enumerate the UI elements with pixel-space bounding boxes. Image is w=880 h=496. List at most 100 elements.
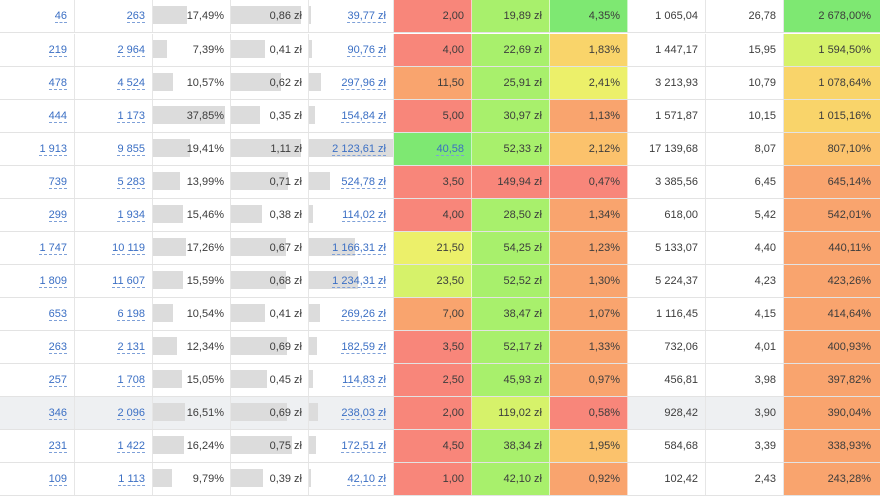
cell-col2[interactable]: 2 131	[75, 331, 153, 363]
cell-col5-link[interactable]: 1 234,31 zł	[332, 275, 386, 288]
cell-col2[interactable]: 1 422	[75, 430, 153, 462]
cell-col5-link[interactable]: 1 166,31 zł	[332, 242, 386, 255]
cell-col1[interactable]: 739	[0, 166, 75, 198]
cell-col5[interactable]: 1 166,31 zł	[309, 232, 394, 264]
cell-col2-link[interactable]: 5 283	[117, 176, 145, 189]
cell-col1-link[interactable]: 46	[54, 10, 67, 23]
cell-col1[interactable]: 219	[0, 34, 75, 66]
table-row[interactable]: 478 4 524 10,57% 0,62 zł 297,96 zł 11,50 25,91…	[0, 67, 880, 100]
cell-col5-link[interactable]: 2 123,61 zł	[332, 143, 386, 156]
cell-col5-link[interactable]: 39,77 zł	[347, 10, 386, 23]
cell-col1-link[interactable]: 1 747	[39, 242, 67, 255]
cell-col2[interactable]: 1 173	[75, 100, 153, 132]
table-row[interactable]: 257 1 708 15,05% 0,45 zł 114,83 zł 2,50 45,93 …	[0, 364, 880, 397]
cell-col2[interactable]: 1 113	[75, 463, 153, 495]
cell-col5[interactable]: 154,84 zł	[309, 100, 394, 132]
cell-col1-link[interactable]: 231	[48, 440, 67, 453]
cell-col5-link[interactable]: 297,96 zł	[341, 77, 386, 90]
cell-col5[interactable]: 39,77 zł	[309, 0, 394, 32]
cell-col2[interactable]: 5 283	[75, 166, 153, 198]
cell-col2-link[interactable]: 1 422	[117, 440, 145, 453]
cell-col2[interactable]: 6 198	[75, 298, 153, 330]
cell-col2-link[interactable]: 2 964	[117, 44, 145, 57]
cell-col1[interactable]: 653	[0, 298, 75, 330]
cell-col2-link[interactable]: 1 173	[117, 110, 145, 123]
cell-col2-link[interactable]: 263	[126, 10, 145, 23]
cell-col2-link[interactable]: 6 198	[117, 308, 145, 321]
cell-col2[interactable]: 1 934	[75, 199, 153, 231]
table-row[interactable]: 653 6 198 10,54% 0,41 zł 269,26 zł 7,00 38,47 …	[0, 298, 880, 331]
cell-col2-link[interactable]: 1 934	[117, 209, 145, 222]
cell-col1-link[interactable]: 444	[48, 110, 67, 123]
cell-col5-link[interactable]: 182,59 zł	[341, 341, 386, 354]
cell-col2[interactable]: 4 524	[75, 67, 153, 99]
cell-col2[interactable]: 2 096	[75, 397, 153, 429]
table-row[interactable]: 1 809 11 607 15,59% 0,68 zł 1 234,31 zł 23,50…	[0, 265, 880, 298]
cell-col5[interactable]: 238,03 zł	[309, 397, 394, 429]
cell-col5-link[interactable]: 114,02 zł	[342, 209, 386, 222]
cell-col5-link[interactable]: 524,78 zł	[341, 176, 386, 189]
table-row[interactable]: 263 2 131 12,34% 0,69 zł 182,59 zł 3,50 52,17 …	[0, 331, 880, 364]
cell-col1-link[interactable]: 346	[48, 407, 67, 420]
table-row[interactable]: 299 1 934 15,46% 0,38 zł 114,02 zł 4,00 28,50 …	[0, 199, 880, 232]
cell-col5-link[interactable]: 154,84 zł	[341, 110, 386, 123]
cell-col2-link[interactable]: 2 096	[117, 407, 145, 420]
table-row[interactable]: 46 263 17,49% 0,86 zł 39,77 zł 2,00 19,89 zł 4,…	[0, 0, 880, 33]
cell-col5-link[interactable]: 114,83 zł	[342, 374, 386, 387]
cell-col5[interactable]: 297,96 zł	[309, 67, 394, 99]
table-row[interactable]: 231 1 422 16,24% 0,75 zł 172,51 zł 4,50 38,34 …	[0, 430, 880, 463]
cell-col1-link[interactable]: 739	[48, 176, 67, 189]
cell-col5[interactable]: 114,02 zł	[309, 199, 394, 231]
cell-col1[interactable]: 1 747	[0, 232, 75, 264]
cell-col5-link[interactable]: 269,26 zł	[341, 308, 386, 321]
cell-col2[interactable]: 10 119	[75, 232, 153, 264]
cell-col6[interactable]: 40,58	[394, 133, 472, 165]
cell-col1-link[interactable]: 478	[48, 77, 67, 90]
table-row[interactable]: 346 2 096 16,51% 0,69 zł 238,03 zł 2,00 119,02…	[0, 397, 880, 430]
cell-col2-link[interactable]: 11 607	[112, 275, 145, 288]
cell-col5-link[interactable]: 172,51 zł	[341, 440, 386, 453]
cell-col6-link[interactable]: 40,58	[436, 143, 464, 156]
cell-col1-link[interactable]: 299	[48, 209, 67, 222]
cell-col2[interactable]: 2 964	[75, 34, 153, 66]
cell-col5[interactable]: 269,26 zł	[309, 298, 394, 330]
table-row[interactable]: 219 2 964 7,39% 0,41 zł 90,76 zł 4,00 22,69 zł…	[0, 34, 880, 67]
cell-col1[interactable]: 478	[0, 67, 75, 99]
cell-col5[interactable]: 90,76 zł	[309, 34, 394, 66]
cell-col1-link[interactable]: 219	[48, 44, 67, 57]
cell-col1[interactable]: 257	[0, 364, 75, 396]
cell-col2-link[interactable]: 9 855	[117, 143, 145, 156]
cell-col1[interactable]: 346	[0, 397, 75, 429]
cell-col1[interactable]: 444	[0, 100, 75, 132]
cell-col2-link[interactable]: 4 524	[117, 77, 145, 90]
cell-col2[interactable]: 263	[75, 0, 153, 32]
cell-col1-link[interactable]: 653	[48, 308, 67, 321]
cell-col1-link[interactable]: 263	[48, 341, 67, 354]
table-row[interactable]: 1 747 10 119 17,26% 0,67 zł 1 166,31 zł 21,50…	[0, 232, 880, 265]
cell-col5[interactable]: 1 234,31 zł	[309, 265, 394, 297]
cell-col1-link[interactable]: 1 809	[39, 275, 67, 288]
cell-col5[interactable]: 172,51 zł	[309, 430, 394, 462]
cell-col5-link[interactable]: 90,76 zł	[347, 44, 386, 57]
cell-col2-link[interactable]: 1 708	[117, 374, 145, 387]
cell-col1[interactable]: 109	[0, 463, 75, 495]
cell-col1[interactable]: 46	[0, 0, 75, 32]
table-row[interactable]: 1 913 9 855 19,41% 1,11 zł 2 123,61 zł 40,58 5…	[0, 133, 880, 166]
table-row[interactable]: 739 5 283 13,99% 0,71 zł 524,78 zł 3,50 149,94…	[0, 166, 880, 199]
cell-col2-link[interactable]: 2 131	[117, 341, 145, 354]
cell-col1[interactable]: 1 809	[0, 265, 75, 297]
cell-col1[interactable]: 1 913	[0, 133, 75, 165]
cell-col1[interactable]: 299	[0, 199, 75, 231]
cell-col1-link[interactable]: 1 913	[39, 143, 67, 156]
cell-col1[interactable]: 263	[0, 331, 75, 363]
cell-col5[interactable]: 182,59 zł	[309, 331, 394, 363]
cell-col5[interactable]: 42,10 zł	[309, 463, 394, 495]
cell-col1[interactable]: 231	[0, 430, 75, 462]
cell-col1-link[interactable]: 257	[48, 374, 67, 387]
cell-col5[interactable]: 2 123,61 zł	[309, 133, 394, 165]
cell-col2-link[interactable]: 10 119	[112, 242, 145, 255]
cell-col2[interactable]: 9 855	[75, 133, 153, 165]
cell-col2[interactable]: 11 607	[75, 265, 153, 297]
table-row[interactable]: 444 1 173 37,85% 0,35 zł 154,84 zł 5,00 30,97 …	[0, 100, 880, 133]
cell-col5[interactable]: 114,83 zł	[309, 364, 394, 396]
